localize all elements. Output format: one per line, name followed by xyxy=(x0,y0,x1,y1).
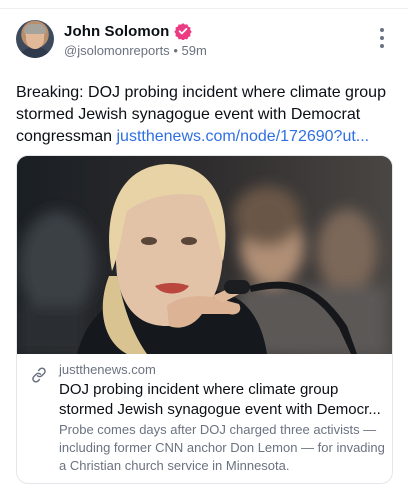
link-preview-title-line-1: DOJ probing incident where climate group xyxy=(59,381,339,398)
link-preview-description: Probe comes days after DOJ charged three… xyxy=(59,422,385,473)
post-text: Breaking: DOJ probing incident where cli… xyxy=(16,82,388,148)
link-preview-image[interactable] xyxy=(17,156,392,354)
link-preview-card[interactable]: justthenews.com DOJ probing incident whe… xyxy=(16,155,393,484)
author-meta: @jsolomonreports • 59m xyxy=(64,43,207,58)
post-time[interactable]: 59m xyxy=(182,43,207,58)
link-preview-domain: justthenews.com xyxy=(59,362,156,377)
verified-badge-icon xyxy=(174,22,193,40)
more-vertical-icon[interactable] xyxy=(376,28,388,50)
top-divider xyxy=(0,0,408,9)
meta-separator: • xyxy=(173,43,178,58)
link-preview-title: DOJ probing incident where climate group… xyxy=(59,380,384,420)
link-preview-title-line-2: stormed Jewish synagogue event with Demo… xyxy=(59,401,381,418)
author-name[interactable]: John Solomon xyxy=(64,23,169,40)
post-header: John Solomon @jsolomonreports • 59m xyxy=(16,20,392,60)
author-name-row: John Solomon xyxy=(64,22,193,40)
post-link[interactable]: justthenews.com/node/172690?ut... xyxy=(117,128,370,145)
author-avatar[interactable] xyxy=(16,20,54,58)
link-icon xyxy=(30,366,48,384)
author-handle[interactable]: @jsolomonreports xyxy=(64,43,170,58)
